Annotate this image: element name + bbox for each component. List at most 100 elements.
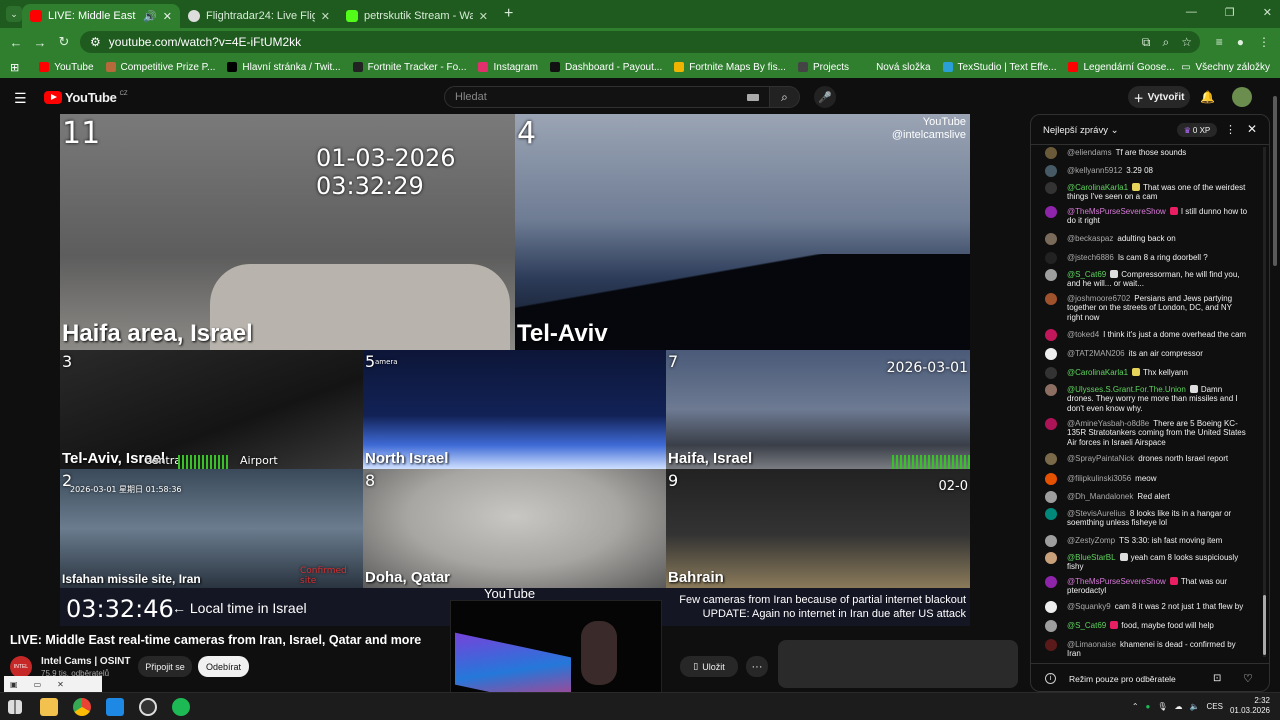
chat-author-name[interactable]: @Ulysses.S.Grant.For.The.Union bbox=[1067, 385, 1186, 394]
chat-author-avatar[interactable] bbox=[1045, 348, 1057, 360]
bookmark-item[interactable]: Fortnite Maps By fis... bbox=[668, 62, 792, 73]
spotify-tray-icon[interactable]: ● bbox=[1146, 702, 1151, 711]
close-chat-icon[interactable]: ✕ bbox=[1247, 122, 1257, 136]
keyboard-icon[interactable] bbox=[747, 94, 759, 101]
info-icon[interactable]: i bbox=[1045, 673, 1056, 684]
chat-menu-icon[interactable]: ⋮ bbox=[1225, 123, 1236, 136]
chat-mode-dropdown[interactable]: Nejlepší zprávy ⌄ bbox=[1043, 125, 1119, 136]
more-actions-button[interactable]: ··· bbox=[746, 656, 768, 677]
url-bar[interactable]: ⚙ youtube.com/watch?v=4E-iFtUM2kk ⧉ ⌕ ☆ bbox=[80, 31, 1200, 53]
file-explorer-icon[interactable] bbox=[40, 698, 58, 716]
chat-author-name[interactable]: @TheMsPurseSevereShow bbox=[1067, 577, 1166, 586]
all-bookmarks[interactable]: ▭ Všechny záložky bbox=[1181, 62, 1270, 73]
bookmark-item[interactable]: Fortnite Tracker - Fo... bbox=[347, 62, 473, 73]
create-button[interactable]: ＋ Vytvořit bbox=[1128, 86, 1190, 108]
chat-author-name[interactable]: @jstech6886 bbox=[1067, 253, 1114, 262]
chat-author-name[interactable]: @S_Cat69 bbox=[1067, 621, 1106, 630]
join-button[interactable]: Připojit se bbox=[138, 656, 192, 677]
chat-author-name[interactable]: @filipkulinski3056 bbox=[1067, 474, 1131, 483]
video-player[interactable]: 11 01-03-2026 03:32:29 Haifa area, Israe… bbox=[60, 114, 970, 626]
apps-icon[interactable]: ⊞ bbox=[10, 61, 19, 74]
tray-arrow-icon[interactable]: ⌃ bbox=[1132, 702, 1139, 711]
chat-author-name[interactable]: @Dh_Mandalonek bbox=[1067, 492, 1133, 501]
chat-author-avatar[interactable] bbox=[1045, 252, 1057, 264]
chat-author-avatar[interactable] bbox=[1045, 601, 1057, 613]
chat-scrollbar[interactable] bbox=[1263, 147, 1266, 657]
chat-author-avatar[interactable] bbox=[1045, 293, 1057, 305]
youtube-logo[interactable]: YouTube CZ bbox=[44, 90, 128, 105]
heart-icon[interactable]: ♡ bbox=[1243, 672, 1253, 685]
obs-icon[interactable] bbox=[139, 698, 157, 716]
chat-author-name[interactable]: @CarolinaKarla1 bbox=[1067, 368, 1128, 377]
chat-author-avatar[interactable] bbox=[1045, 329, 1057, 341]
page-scrollbar[interactable] bbox=[1272, 90, 1278, 690]
chat-author-name[interactable]: @S_Cat69 bbox=[1067, 270, 1106, 279]
chat-author-avatar[interactable] bbox=[1045, 147, 1057, 159]
cast-icon[interactable]: ⧉ bbox=[1142, 35, 1151, 50]
bookmark-item[interactable]: Legendární Goose... bbox=[1062, 62, 1180, 73]
speaker-icon[interactable]: 🔊 bbox=[143, 10, 157, 23]
chat-author-name[interactable]: @ZestyZomp bbox=[1067, 536, 1115, 545]
chat-author-name[interactable]: @toked4 bbox=[1067, 330, 1099, 339]
chat-author-avatar[interactable] bbox=[1045, 552, 1057, 564]
suggested-video-card[interactable] bbox=[778, 640, 1018, 688]
chat-author-avatar[interactable] bbox=[1045, 473, 1057, 485]
close-tab-icon[interactable]: ✕ bbox=[321, 10, 330, 23]
save-button[interactable]: ▯ Uložit bbox=[680, 656, 738, 677]
chat-author-name[interactable]: @TAT2MAN206 bbox=[1067, 349, 1125, 358]
tab-flightradar[interactable]: Flightradar24: Live Flight Tracker ✕ bbox=[180, 4, 338, 28]
close-tab-icon[interactable]: ✕ bbox=[163, 10, 172, 23]
tab-youtube[interactable]: LIVE: Middle East real-time c 🔊 ✕ bbox=[22, 4, 180, 28]
restore-icon[interactable]: ▭ bbox=[34, 680, 42, 689]
chat-author-name[interactable]: @eliendams bbox=[1067, 148, 1112, 157]
chat-author-avatar[interactable] bbox=[1045, 535, 1057, 547]
bookmark-item[interactable]: Hlavní stránka / Twit... bbox=[221, 62, 346, 73]
profile-icon[interactable]: ● bbox=[1237, 35, 1244, 49]
reload-icon[interactable]: ↻ bbox=[52, 34, 76, 50]
chat-author-avatar[interactable] bbox=[1045, 206, 1057, 218]
tab-kick[interactable]: petrskutik Stream - Watch Live ✕ bbox=[338, 4, 496, 28]
notifications-bell-icon[interactable]: 🔔 bbox=[1200, 90, 1215, 104]
chat-author-avatar[interactable] bbox=[1045, 367, 1057, 379]
chat-author-name[interactable]: @AmineYasbah-o8d8e bbox=[1067, 419, 1149, 428]
volume-icon[interactable]: 🔈 bbox=[1190, 702, 1200, 711]
back-icon[interactable]: ← bbox=[4, 35, 28, 50]
search-button[interactable]: ⌕ bbox=[770, 86, 800, 108]
zoom-icon[interactable]: ⌕ bbox=[1163, 35, 1170, 50]
chat-author-name[interactable]: @StevisAurelius bbox=[1067, 509, 1126, 518]
app-icon[interactable] bbox=[106, 698, 124, 716]
bookmark-item[interactable]: Nová složka bbox=[855, 62, 936, 73]
bookmark-item[interactable]: YouTube bbox=[33, 62, 99, 73]
chrome-icon[interactable] bbox=[73, 698, 91, 716]
close-icon[interactable]: ✕ bbox=[57, 680, 64, 689]
chat-author-avatar[interactable] bbox=[1045, 269, 1057, 281]
chat-author-name[interactable]: @TheMsPurseSevereShow bbox=[1067, 207, 1166, 216]
chat-author-avatar[interactable] bbox=[1045, 384, 1057, 396]
close-tab-icon[interactable]: ✕ bbox=[479, 10, 488, 23]
bookmark-item[interactable]: Projects bbox=[792, 62, 855, 73]
new-tab-button[interactable]: + bbox=[504, 5, 513, 23]
chat-author-name[interactable]: @kellyann5912 bbox=[1067, 166, 1122, 175]
user-avatar[interactable] bbox=[1232, 87, 1252, 107]
menu-icon[interactable]: ⋮ bbox=[1258, 35, 1270, 49]
bookmark-item[interactable]: Competitive Prize P... bbox=[100, 62, 222, 73]
chat-author-avatar[interactable] bbox=[1045, 620, 1057, 632]
bookmark-star-icon[interactable]: ☆ bbox=[1181, 35, 1192, 50]
bookmark-item[interactable]: TexStudio | Text Effe... bbox=[937, 62, 1063, 73]
tab-search-icon[interactable]: ⌄ bbox=[6, 6, 22, 22]
chat-author-avatar[interactable] bbox=[1045, 639, 1057, 651]
site-info-icon[interactable]: ⚙ bbox=[90, 35, 101, 49]
chat-author-name[interactable]: @BlueStarBL bbox=[1067, 553, 1116, 562]
super-chat-icon[interactable]: ⊡ bbox=[1213, 673, 1221, 684]
chat-author-name[interactable]: @beckaspaz bbox=[1067, 234, 1113, 243]
xp-badge[interactable]: ♛ 0 XP bbox=[1177, 123, 1217, 137]
chat-author-avatar[interactable] bbox=[1045, 453, 1057, 465]
bookmark-item[interactable]: Instagram bbox=[472, 62, 543, 73]
chat-author-name[interactable]: @Squanky9 bbox=[1067, 602, 1111, 611]
spotify-icon[interactable] bbox=[172, 698, 190, 716]
language-indicator[interactable]: CES bbox=[1207, 702, 1223, 711]
channel-avatar[interactable]: INTEL bbox=[10, 656, 32, 678]
maximize-icon[interactable]: ❐ bbox=[1225, 6, 1235, 19]
mic-tray-icon[interactable]: 🎙 bbox=[1157, 702, 1167, 711]
chat-author-avatar[interactable] bbox=[1045, 165, 1057, 177]
